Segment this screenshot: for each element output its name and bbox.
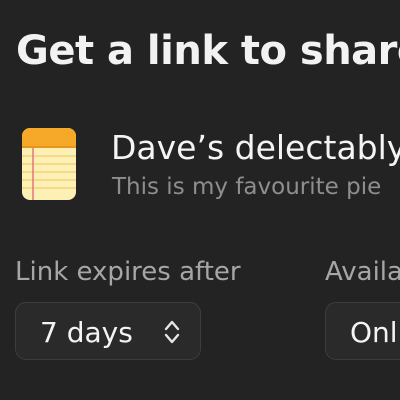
dialog-title: Get a link to share [16, 28, 400, 74]
availability-select[interactable]: Onl [325, 302, 400, 360]
note-title: Dave’s delectably [111, 128, 400, 167]
shared-note-info: Dave’s delectably This is my favourite p… [22, 128, 400, 208]
share-link-dialog: Get a link to share Dave’s delectably Th [0, 0, 400, 400]
note-description: This is my favourite pie [112, 174, 382, 200]
notes-app-icon [22, 128, 76, 200]
availability-value: Onl [350, 316, 398, 349]
link-expiry-select[interactable]: 7 days [15, 302, 201, 360]
up-down-chevron-icon [164, 320, 180, 344]
link-expiry-value: 7 days [40, 316, 133, 349]
link-expiry-label: Link expires after [15, 257, 241, 287]
availability-label: Availa [325, 257, 400, 287]
